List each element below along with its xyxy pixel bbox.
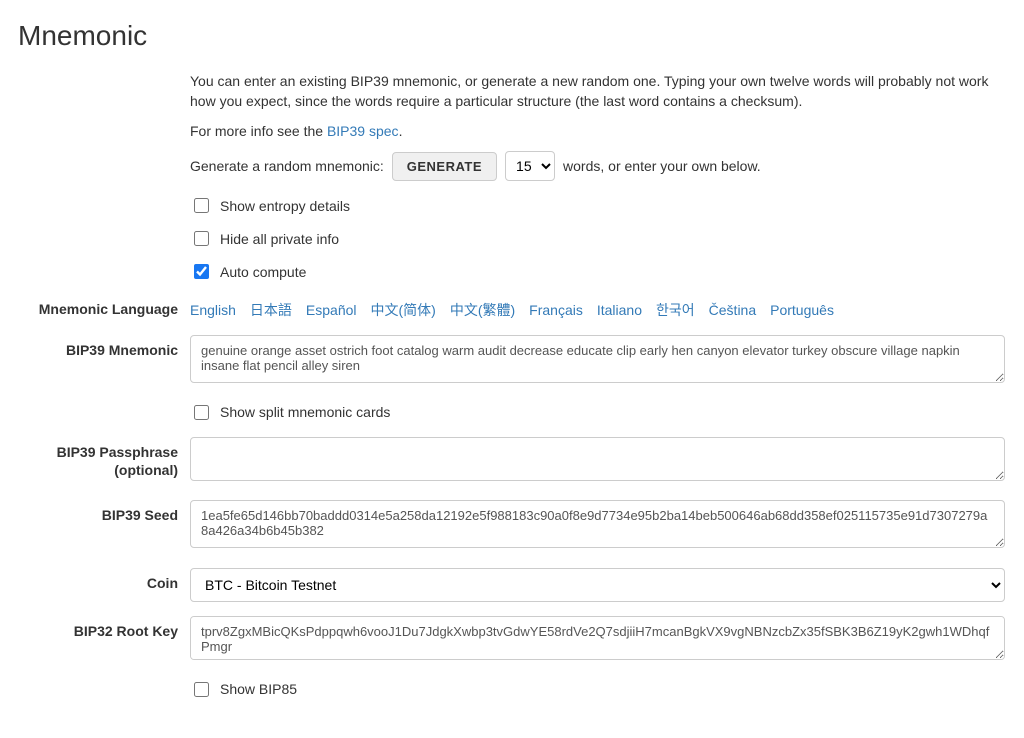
seed-input[interactable] <box>190 500 1005 548</box>
language-link[interactable]: 日本語 <box>250 300 292 320</box>
language-link[interactable]: Español <box>306 300 357 320</box>
language-link[interactable]: Italiano <box>597 300 642 320</box>
splitcards-label: Show split mnemonic cards <box>220 402 390 422</box>
language-link[interactable]: 中文(繁體) <box>450 300 515 320</box>
page-title: Mnemonic <box>18 16 1006 57</box>
word-count-select[interactable]: 15 <box>505 151 555 181</box>
passphrase-label: BIP39 Passphrase (optional) <box>18 437 190 479</box>
language-link[interactable]: Čeština <box>709 300 756 320</box>
intro-text: You can enter an existing BIP39 mnemonic… <box>190 71 1002 112</box>
rootkey-input[interactable] <box>190 616 1005 660</box>
autocompute-label: Auto compute <box>220 262 306 282</box>
intro-more-prefix: For more info see the <box>190 123 327 139</box>
seed-label: BIP39 Seed <box>18 500 190 525</box>
passphrase-input[interactable] <box>190 437 1005 481</box>
language-link[interactable]: Português <box>770 300 834 320</box>
mnemonic-language-label: Mnemonic Language <box>18 294 190 319</box>
hideprivate-label: Hide all private info <box>220 229 339 249</box>
generate-prefix: Generate a random mnemonic: <box>190 156 384 176</box>
hideprivate-checkbox[interactable] <box>194 231 209 246</box>
bip85-checkbox[interactable] <box>194 682 209 697</box>
bip85-label: Show BIP85 <box>220 679 297 699</box>
language-links: English 日本語 Español 中文(简体) 中文(繁體) Français Ita… <box>190 294 1005 320</box>
language-link[interactable]: English <box>190 300 236 320</box>
language-link[interactable]: Français <box>529 300 583 320</box>
language-link[interactable]: 中文(简体) <box>371 300 436 320</box>
intro-spec-line: For more info see the BIP39 spec. <box>190 121 1002 141</box>
rootkey-label: BIP32 Root Key <box>18 616 190 641</box>
generate-button[interactable]: GENERATE <box>392 152 497 181</box>
coin-select[interactable]: BTC - Bitcoin Testnet <box>190 568 1005 602</box>
entropy-checkbox[interactable] <box>194 198 209 213</box>
autocompute-checkbox[interactable] <box>194 264 209 279</box>
splitcards-checkbox[interactable] <box>194 405 209 420</box>
bip39-spec-link[interactable]: BIP39 spec <box>327 123 399 139</box>
language-link[interactable]: 한국어 <box>656 300 695 320</box>
coin-label: Coin <box>18 568 190 593</box>
bip39-mnemonic-input[interactable] <box>190 335 1005 383</box>
generate-suffix: words, or enter your own below. <box>563 156 761 176</box>
bip39-mnemonic-label: BIP39 Mnemonic <box>18 335 190 360</box>
entropy-label: Show entropy details <box>220 196 350 216</box>
